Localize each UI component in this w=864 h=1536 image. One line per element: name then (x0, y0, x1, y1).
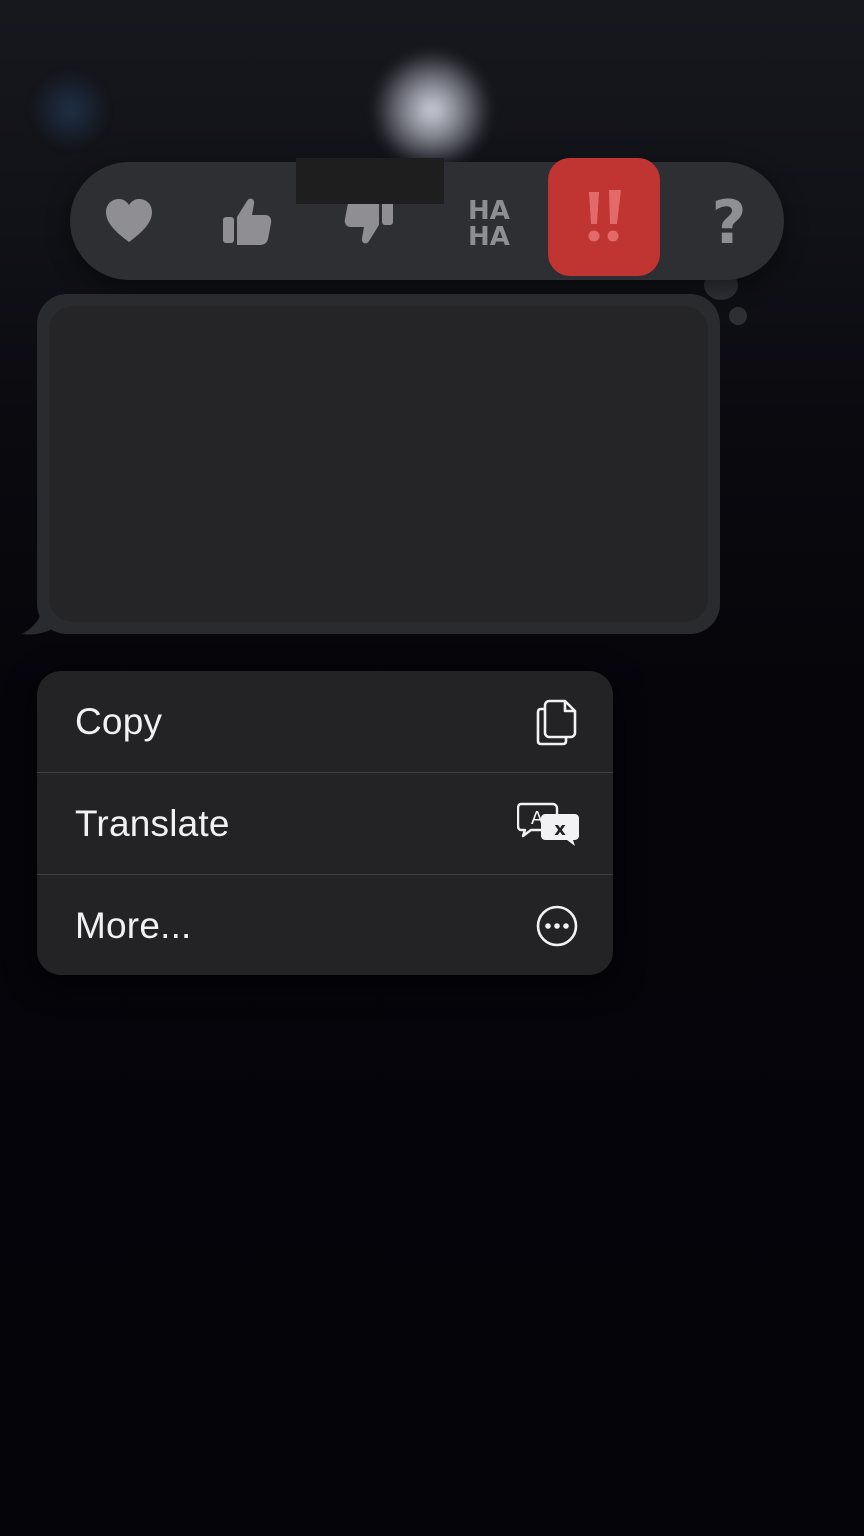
menu-item-label: Translate (75, 802, 230, 844)
redacted-overlay (296, 158, 444, 204)
svg-text:x: x (554, 819, 566, 840)
reaction-exclamation[interactable] (548, 158, 660, 276)
message-bubble[interactable] (37, 294, 720, 634)
menu-item-more[interactable]: More... (37, 874, 613, 975)
copy-icon (535, 697, 579, 747)
reaction-haha[interactable]: HA HA (446, 178, 532, 264)
menu-item-translate[interactable]: Translate A x (37, 772, 613, 874)
svg-text:HA: HA (468, 222, 510, 251)
menu-item-label: Copy (75, 700, 163, 742)
background-light-blur (372, 50, 492, 170)
background-blue-blur (30, 70, 110, 150)
exclamation-icon (588, 190, 621, 242)
translate-icon: A x (517, 800, 581, 848)
menu-item-label: More... (75, 904, 192, 946)
svg-text:?: ? (712, 191, 747, 251)
menu-item-copy[interactable]: Copy (37, 671, 613, 772)
message-content-redacted (49, 306, 708, 622)
tapback-bubble-dot-small (729, 307, 747, 325)
more-icon (535, 904, 579, 948)
reaction-heart[interactable] (86, 178, 172, 264)
reaction-thumbs-up[interactable] (204, 178, 290, 264)
messages-reaction-screen: HA HA ? Copy Translate A x More... (0, 0, 864, 1536)
question-icon: ? (712, 191, 747, 251)
thumbs-up-icon (223, 198, 272, 245)
heart-icon (106, 199, 152, 242)
reaction-question[interactable]: ? (686, 178, 772, 264)
haha-icon: HA HA (468, 196, 510, 251)
context-menu: Copy Translate A x More... (37, 671, 613, 975)
